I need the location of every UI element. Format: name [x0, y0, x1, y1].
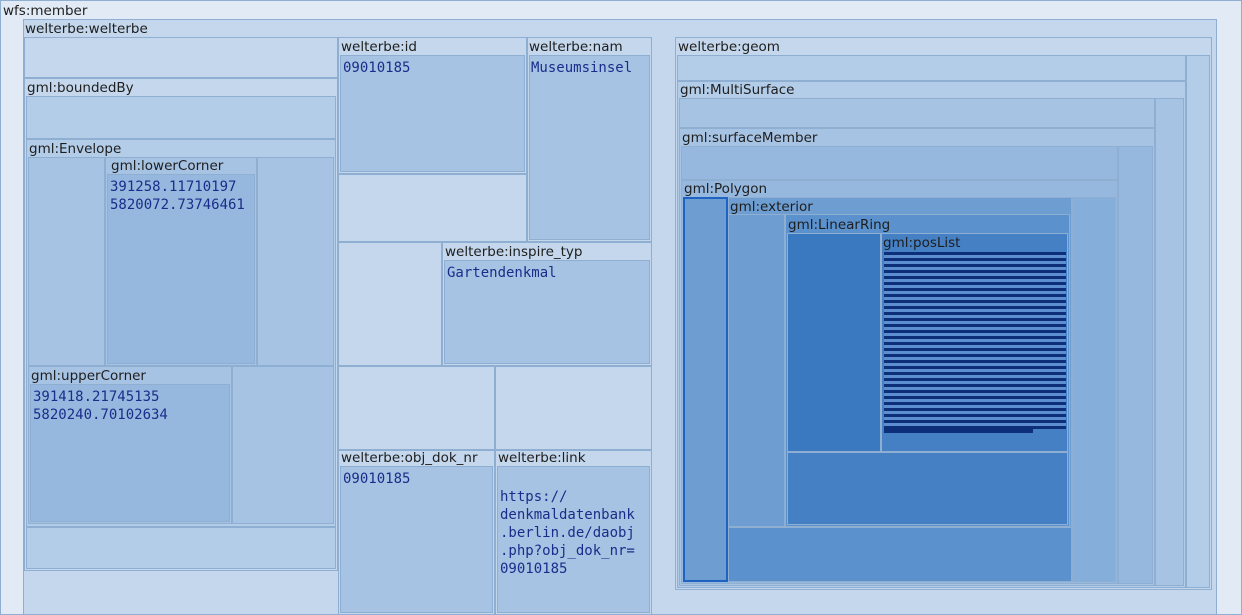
pos-list-value-lines[interactable]: [884, 252, 1066, 429]
link-label: welterbe:link: [498, 450, 586, 466]
nam-label: welterbe:nam: [529, 39, 623, 55]
middle-spacer-right: [495, 366, 652, 450]
bounded-by-inner: [26, 96, 336, 139]
geom-top-spacer: [677, 55, 1186, 81]
pos-list-last-line: [884, 429, 1033, 433]
obj-dok-nr-value: 09010185: [343, 471, 411, 487]
envelope-right-spacer: [257, 157, 334, 366]
lower-corner-label: gml:lowerCorner: [111, 158, 224, 174]
polygon-label: gml:Polygon: [684, 181, 768, 197]
obj-dok-nr-value-box[interactable]: [340, 466, 493, 613]
id-bottom-spacer: [338, 174, 527, 242]
upper-corner-value: 391418.21745135 5820240.70102634: [33, 389, 168, 423]
envelope-lower-right-spacer: [232, 366, 334, 524]
bounded-by-bottom-spacer: [26, 527, 336, 569]
surface-member-top-spacer: [681, 146, 1118, 180]
bounded-by-label: gml:boundedBy: [27, 80, 134, 96]
exterior-label: gml:exterior: [730, 199, 813, 215]
id-label: welterbe:id: [341, 39, 417, 55]
exterior-bottom-spacer: [728, 527, 1072, 582]
bounded-by-spacer: [24, 37, 338, 78]
id-value: 09010185: [343, 60, 411, 76]
multi-surface-label: gml:MultiSurface: [680, 82, 795, 98]
linear-ring-left-spacer: [787, 233, 881, 452]
obj-dok-nr-label: welterbe:obj_dok_nr: [341, 450, 478, 466]
pos-list-label: gml:posList: [883, 235, 961, 251]
envelope-left-spacer: [28, 157, 105, 366]
geom-label: welterbe:geom: [678, 39, 780, 55]
inspire-left-spacer: [338, 242, 442, 366]
lower-corner-value: 391258.11710197 5820072.73746461: [110, 179, 245, 213]
geom-right-spacer: [1186, 55, 1210, 588]
polygon-right-spacer: [1072, 197, 1116, 582]
polygon-left-selected[interactable]: [683, 197, 728, 582]
welterbe-welterbe-label: welterbe:welterbe: [25, 21, 148, 37]
middle-spacer-left: [338, 366, 495, 450]
surface-member-label: gml:surfaceMember: [682, 130, 818, 146]
multi-surface-right-spacer: [1155, 98, 1184, 586]
surface-member-right-spacer: [1118, 146, 1153, 584]
exterior-left-spacer: [728, 214, 785, 527]
upper-corner-label: gml:upperCorner: [31, 368, 146, 384]
nam-value: Museumsinsel: [531, 60, 633, 76]
envelope-label: gml:Envelope: [29, 141, 122, 157]
multi-surface-top-spacer: [679, 98, 1155, 128]
wfs-member-label: wfs:member: [3, 3, 88, 19]
nam-value-box[interactable]: [529, 55, 650, 240]
inspire-typ-value: Gartendenkmal: [447, 265, 557, 281]
linear-ring-bottom-spacer: [787, 452, 1068, 525]
linear-ring-label: gml:LinearRing: [788, 217, 891, 233]
link-value: https:// denkmaldatenbank .berlin.de/dao…: [500, 489, 635, 577]
inspire-typ-label: welterbe:inspire_typ: [445, 244, 583, 260]
